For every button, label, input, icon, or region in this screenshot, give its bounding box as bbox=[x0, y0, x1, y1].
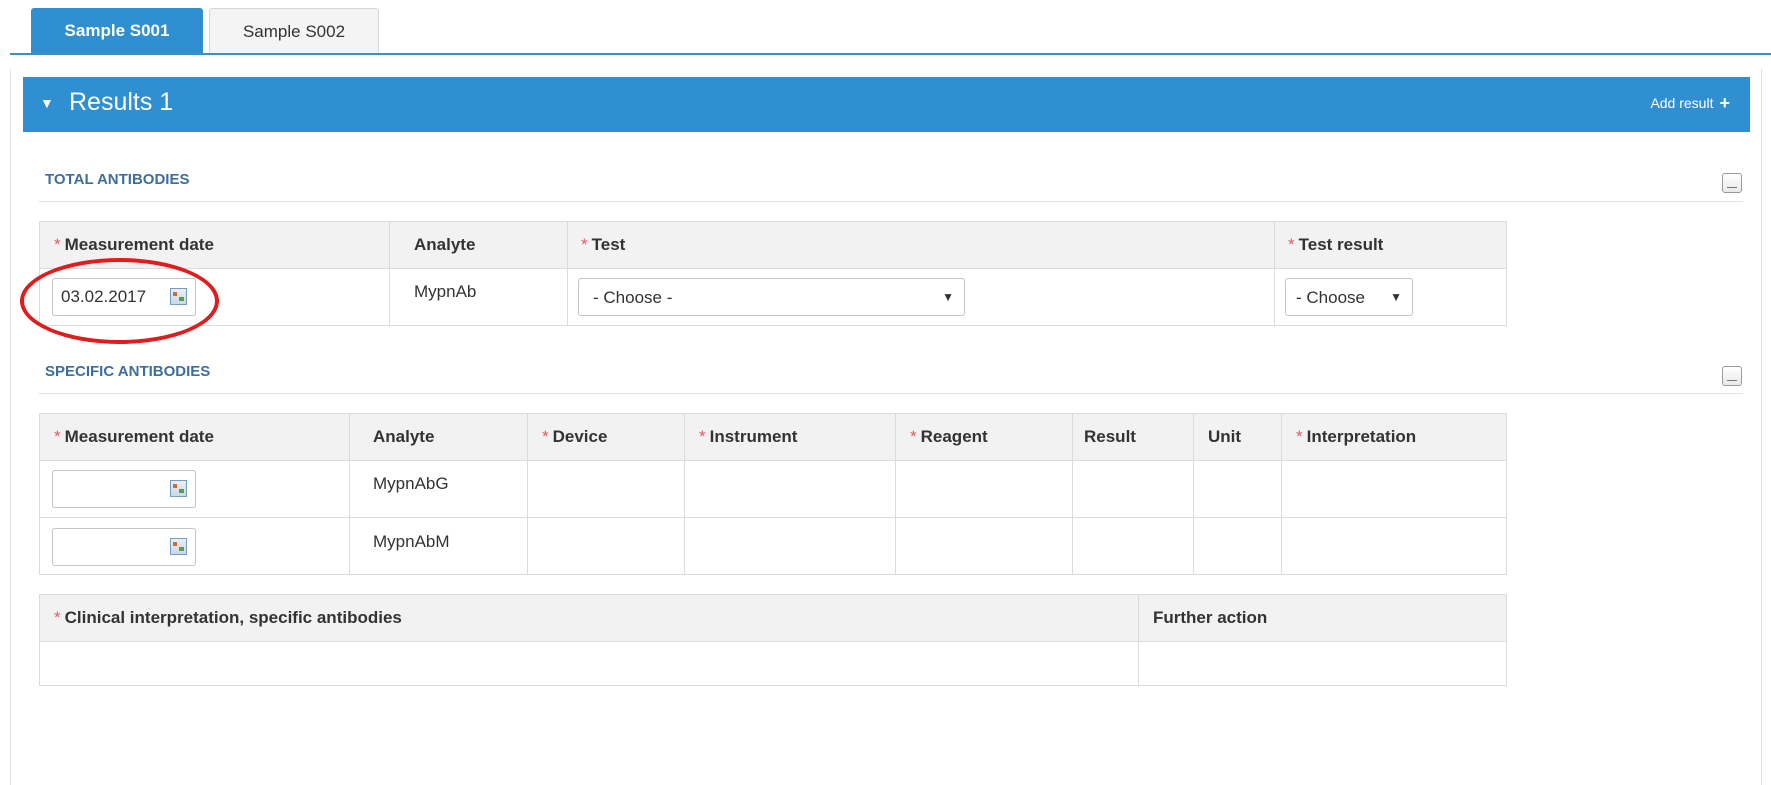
tab-underline bbox=[10, 53, 1771, 55]
header-label: Measurement date bbox=[64, 235, 214, 254]
results-title: Results 1 bbox=[69, 88, 174, 116]
test-select[interactable]: - Choose - ▼ bbox=[578, 278, 965, 316]
header-instrument: * Instrument bbox=[699, 427, 797, 447]
header-device: * Device bbox=[542, 427, 607, 447]
calendar-icon[interactable] bbox=[170, 480, 187, 497]
header-label: Instrument bbox=[709, 427, 798, 446]
plus-icon: + bbox=[1719, 93, 1730, 113]
add-result-label: Add result bbox=[1650, 95, 1714, 111]
required-marker: * bbox=[910, 427, 917, 446]
clinical-interpretation-table: * Clinical interpretation, specific antib… bbox=[39, 594, 1507, 686]
total-measurement-date-input[interactable]: 03.02.2017 bbox=[52, 278, 196, 316]
section-divider bbox=[39, 393, 1743, 394]
test-result-select-value: - Choose bbox=[1296, 288, 1365, 307]
specific-antibodies-title: SPECIFIC ANTIBODIES bbox=[45, 363, 211, 380]
header-test-result: * Test result bbox=[1288, 235, 1383, 255]
header-label: Clinical interpretation, specific antibo… bbox=[64, 608, 402, 627]
header-label: Measurement date bbox=[64, 427, 214, 446]
required-marker: * bbox=[54, 427, 61, 446]
table-row bbox=[40, 460, 1506, 518]
table-header-row: * Measurement date Analyte * Device * Instr… bbox=[40, 414, 1506, 461]
add-result-button[interactable]: Add result + bbox=[1650, 93, 1730, 113]
specific-analyte-value: MypnAbG bbox=[373, 474, 449, 493]
test-select-value: - Choose - bbox=[593, 288, 673, 307]
header-label: Interpretation bbox=[1306, 427, 1417, 446]
header-unit: Unit bbox=[1208, 427, 1242, 446]
header-label: Device bbox=[552, 427, 608, 446]
header-measurement-date: * Measurement date bbox=[54, 427, 214, 447]
header-reagent: * Reagent bbox=[910, 427, 988, 447]
chevron-down-icon: ▼ bbox=[1390, 290, 1402, 304]
section-divider bbox=[39, 201, 1743, 202]
header-measurement-date: * Measurement date bbox=[54, 235, 214, 255]
total-antibodies-collapse-icon[interactable] bbox=[1722, 173, 1742, 193]
header-analyte: Analyte bbox=[373, 427, 435, 446]
sample-tabs: Sample S001 Sample S002 bbox=[0, 0, 1771, 55]
specific-measurement-date-input-1[interactable] bbox=[52, 470, 196, 508]
specific-measurement-date-input-2[interactable] bbox=[52, 528, 196, 566]
calendar-icon[interactable] bbox=[170, 288, 187, 305]
tab-sample-s001[interactable]: Sample S001 bbox=[31, 8, 203, 54]
required-marker: * bbox=[1288, 235, 1295, 254]
total-analyte-value: MypnAb bbox=[414, 282, 477, 301]
header-analyte: Analyte bbox=[414, 235, 476, 254]
results-header[interactable]: ▼ Results 1 Add result + bbox=[23, 77, 1750, 132]
specific-antibodies-table: * Measurement date Analyte * Device * Instr… bbox=[39, 413, 1507, 575]
header-label: Test bbox=[591, 235, 626, 254]
header-clinical-interpretation: * Clinical interpretation, specific antib… bbox=[54, 608, 402, 628]
test-result-select[interactable]: - Choose ▼ bbox=[1285, 278, 1413, 316]
required-marker: * bbox=[54, 235, 61, 254]
date-value: 03.02.2017 bbox=[61, 287, 147, 306]
table-header-row: * Measurement date Analyte * Test * Test re… bbox=[40, 222, 1506, 269]
calendar-icon[interactable] bbox=[170, 538, 187, 555]
specific-analyte-value: MypnAbM bbox=[373, 532, 450, 551]
header-interpretation: * Interpretation bbox=[1296, 427, 1416, 447]
tab-sample-s002[interactable]: Sample S002 bbox=[209, 8, 379, 54]
header-further-action: Further action bbox=[1153, 608, 1268, 627]
header-test: * Test bbox=[581, 235, 625, 255]
header-label: Test result bbox=[1298, 235, 1384, 254]
required-marker: * bbox=[581, 235, 588, 254]
total-antibodies-title: TOTAL ANTIBODIES bbox=[45, 171, 190, 188]
collapse-triangle-icon[interactable]: ▼ bbox=[40, 95, 54, 111]
chevron-down-icon: ▼ bbox=[942, 290, 954, 304]
header-label: Reagent bbox=[920, 427, 988, 446]
required-marker: * bbox=[54, 608, 61, 627]
required-marker: * bbox=[542, 427, 549, 446]
header-result: Result bbox=[1084, 427, 1136, 446]
required-marker: * bbox=[699, 427, 706, 446]
specific-antibodies-collapse-icon[interactable] bbox=[1722, 366, 1742, 386]
required-marker: * bbox=[1296, 427, 1303, 446]
table-header-row: * Clinical interpretation, specific antib… bbox=[40, 595, 1506, 642]
